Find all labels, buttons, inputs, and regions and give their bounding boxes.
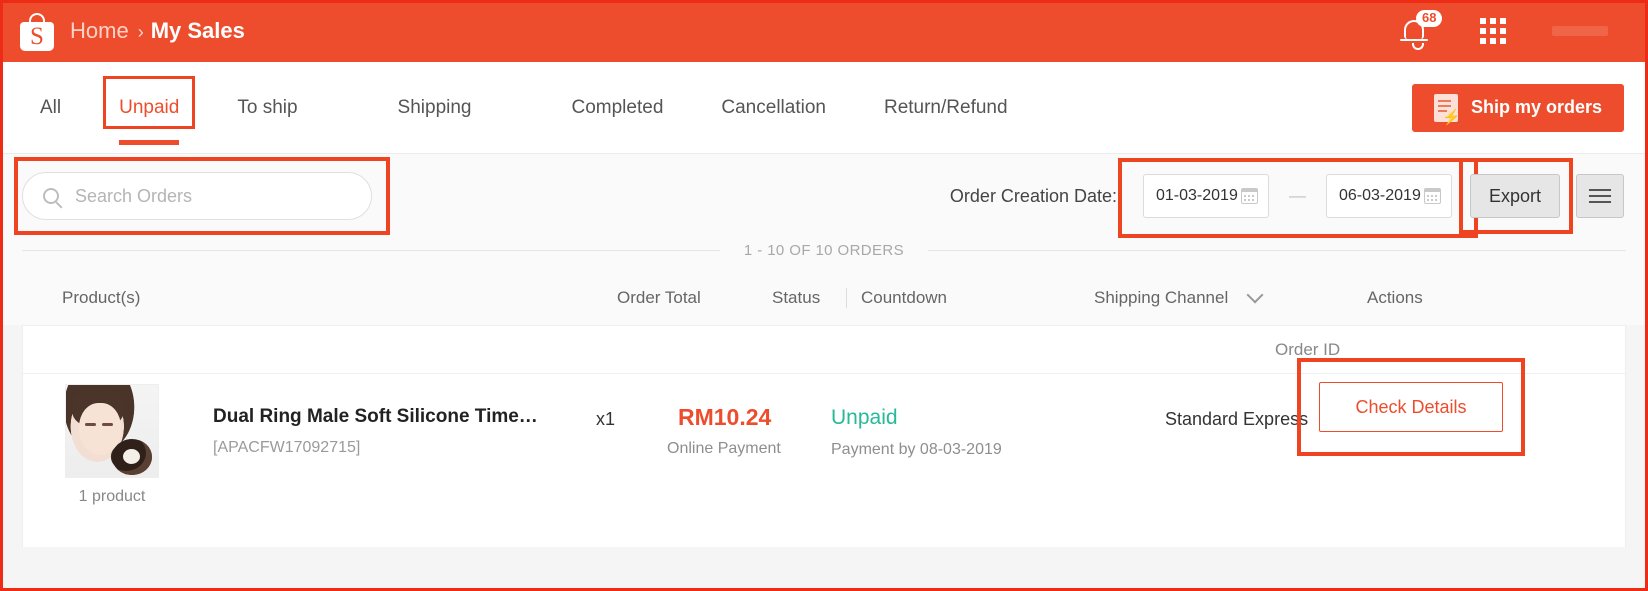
- tab-to-ship-label: To ship: [237, 96, 298, 118]
- order-status-tabbar: All Unpaid To ship Shipping Completed Ca…: [0, 62, 1648, 154]
- tab-all[interactable]: All: [40, 62, 61, 153]
- thumb-eye-right: [102, 423, 113, 426]
- date-from-field[interactable]: 01-03-2019: [1143, 174, 1269, 218]
- date-range-separator: —: [1289, 186, 1306, 205]
- product-title[interactable]: Dual Ring Male Soft Silicone Time…: [213, 406, 538, 428]
- notification-badge: 68: [1416, 10, 1443, 27]
- tab-return-refund[interactable]: Return/Refund: [884, 62, 1008, 153]
- breadcrumb: Home › My Sales: [70, 18, 245, 44]
- thumb-product-object: [112, 439, 152, 475]
- search-area: [14, 157, 390, 235]
- breadcrumb-separator-icon: ›: [137, 22, 144, 42]
- order-id-label: Order ID: [1275, 340, 1341, 359]
- ship-my-orders-button[interactable]: ⚡ Ship my orders: [1411, 83, 1624, 132]
- notification-bell-icon[interactable]: 68: [1400, 10, 1443, 50]
- product-sku: [APACFW17092715]: [213, 439, 361, 456]
- date-filter-group: Order Creation Date: 01-03-2019 — 06-03-…: [949, 158, 1478, 238]
- order-count-row: 1 - 10 OF 10 ORDERS: [0, 238, 1648, 271]
- calendar-icon[interactable]: [1241, 188, 1258, 204]
- order-total-price: RM10.24: [678, 404, 772, 430]
- payment-due-text: Payment by 08-03-2019: [831, 441, 1002, 458]
- order-card-header: Order ID: [23, 326, 1625, 374]
- product-quantity: x1: [596, 409, 616, 429]
- tab-to-ship[interactable]: To ship: [237, 62, 297, 153]
- column-header-countdown: Countdown: [846, 288, 947, 308]
- order-card: Order ID 1 product Dual Ring Male Soft S…: [22, 325, 1626, 547]
- tab-list: All Unpaid To ship Shipping Completed Ca…: [0, 62, 1008, 153]
- thumb-eye-left: [85, 423, 96, 426]
- product-count-label: 1 product: [78, 488, 146, 505]
- tab-active-underline: [119, 140, 180, 145]
- search-input[interactable]: [75, 185, 335, 207]
- shipping-channel-label: Shipping Channel: [1094, 288, 1229, 307]
- hamburger-icon: [1589, 189, 1611, 203]
- account-placeholder[interactable]: [1552, 26, 1608, 36]
- tab-cancellation-label: Cancellation: [721, 96, 826, 118]
- tab-unpaid-label: Unpaid: [119, 96, 180, 118]
- tab-all-label: All: [40, 96, 62, 118]
- chevron-down-icon[interactable]: [1246, 286, 1264, 304]
- table-header-row: Product(s) Order Total Status Countdown …: [0, 271, 1648, 325]
- ship-my-orders-label: Ship my orders: [1470, 97, 1602, 117]
- tab-completed[interactable]: Completed: [572, 62, 664, 153]
- tab-shipping-label: Shipping: [397, 96, 472, 118]
- product-image[interactable]: [65, 384, 159, 478]
- app-header: S Home › My Sales 68: [0, 0, 1648, 62]
- column-header-products: Product(s): [62, 288, 141, 307]
- bolt-icon: ⚡: [1442, 108, 1461, 126]
- column-header-shipping-channel[interactable]: Shipping Channel: [1094, 286, 1264, 308]
- column-header-order-total: Order Total: [617, 288, 701, 307]
- date-to-value: 06-03-2019: [1339, 187, 1421, 204]
- shopee-logo-icon[interactable]: S: [18, 11, 56, 51]
- date-to-field[interactable]: 06-03-2019: [1326, 174, 1452, 218]
- tab-return-refund-label: Return/Refund: [883, 96, 1008, 118]
- tab-completed-label: Completed: [571, 96, 664, 118]
- breadcrumb-home[interactable]: Home: [70, 18, 129, 44]
- payment-method: Online Payment: [667, 440, 781, 457]
- tab-shipping[interactable]: Shipping: [398, 62, 472, 153]
- tab-cancellation[interactable]: Cancellation: [721, 62, 826, 153]
- header-actions: 68: [1400, 10, 1620, 50]
- order-creation-date-label: Order Creation Date:: [949, 185, 1117, 206]
- table-row: 1 product Dual Ring Male Soft Silicone T…: [23, 358, 1625, 547]
- column-header-status: Status: [772, 288, 821, 307]
- search-orders-box[interactable]: [22, 172, 372, 220]
- shipping-channel-value: Standard Express: [1165, 409, 1309, 429]
- divider-left: [22, 250, 720, 251]
- list-menu-button[interactable]: [1576, 174, 1624, 218]
- divider-right: [928, 250, 1626, 251]
- export-button[interactable]: Export: [1470, 174, 1560, 218]
- order-count-text: 1 - 10 OF 10 ORDERS: [743, 242, 905, 259]
- status-badge: Unpaid: [831, 406, 898, 429]
- date-from-value: 01-03-2019: [1156, 187, 1238, 204]
- shipping-document-icon: ⚡: [1433, 93, 1461, 126]
- calendar-icon[interactable]: [1424, 188, 1441, 204]
- breadcrumb-current: My Sales: [150, 18, 245, 43]
- filter-bar: Order Creation Date: 01-03-2019 — 06-03-…: [0, 154, 1648, 238]
- search-icon: [43, 188, 59, 204]
- actions-cell: Check Details: [1297, 358, 1525, 456]
- tab-unpaid[interactable]: Unpaid: [103, 62, 196, 153]
- product-thumbnail-area: 1 product: [65, 384, 159, 506]
- apps-grid-icon[interactable]: [1480, 18, 1506, 44]
- export-area: Export: [1459, 158, 1624, 234]
- logo-letter: S: [30, 23, 44, 50]
- check-details-button[interactable]: Check Details: [1319, 382, 1503, 432]
- column-header-actions: Actions: [1367, 288, 1423, 307]
